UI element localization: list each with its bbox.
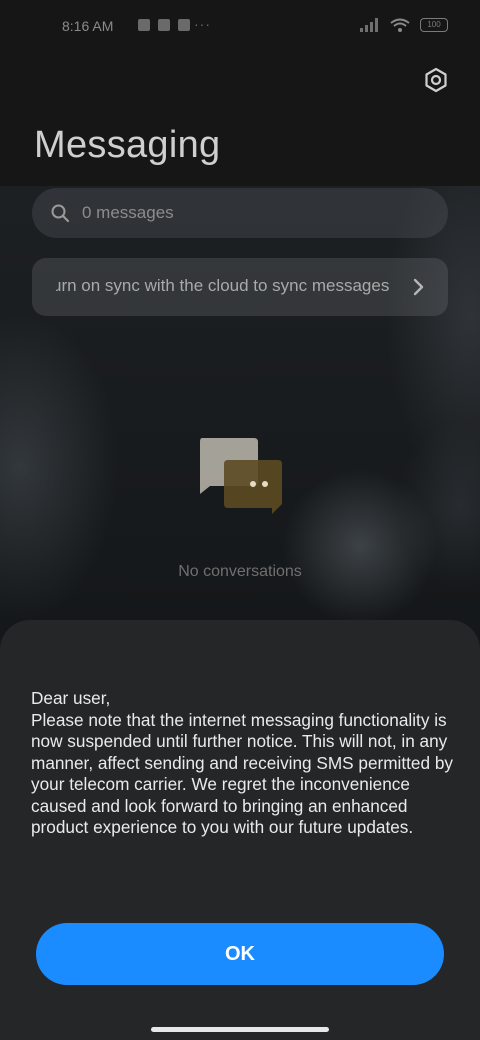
notification-icon: [178, 19, 190, 31]
status-bar: 8:16 AM ··· 100: [0, 12, 480, 42]
signal-icon: [360, 18, 378, 32]
cloud-sync-banner[interactable]: urn on sync with the cloud to sync messa…: [32, 258, 448, 316]
notification-icons: [138, 19, 190, 31]
settings-button[interactable]: [420, 64, 452, 96]
search-input[interactable]: 0 messages: [32, 188, 448, 238]
battery-icon: 100: [420, 18, 448, 32]
page-title: Messaging: [34, 124, 221, 166]
notice-body: Please note that the internet messaging …: [31, 709, 453, 838]
sync-banner-text: urn on sync with the cloud to sync messa…: [56, 276, 390, 295]
empty-state-text: No conversations: [178, 563, 302, 580]
settings-icon: [425, 67, 447, 93]
wifi-icon: [390, 18, 410, 32]
sync-banner-text-clip: urn on sync with the cloud to sync messa…: [56, 276, 396, 300]
chevron-right-icon: [413, 278, 424, 296]
status-time: 8:16 AM: [62, 18, 114, 34]
home-indicator[interactable]: [151, 1027, 329, 1032]
search-icon: [51, 204, 70, 223]
ok-button[interactable]: OK: [36, 923, 444, 985]
notification-icon: [158, 19, 170, 31]
more-notifications-icon: ···: [194, 16, 211, 32]
chat-bubbles-icon: [200, 438, 282, 514]
search-placeholder: 0 messages: [82, 203, 174, 222]
messaging-screen: 8:16 AM ··· 100 Messaging 0 messages urn…: [0, 0, 480, 1040]
notice-message: Dear user, Please note that the internet…: [31, 688, 461, 839]
notice-greeting: Dear user,: [31, 688, 111, 708]
status-right: 100: [360, 18, 448, 32]
notification-icon: [138, 19, 150, 31]
